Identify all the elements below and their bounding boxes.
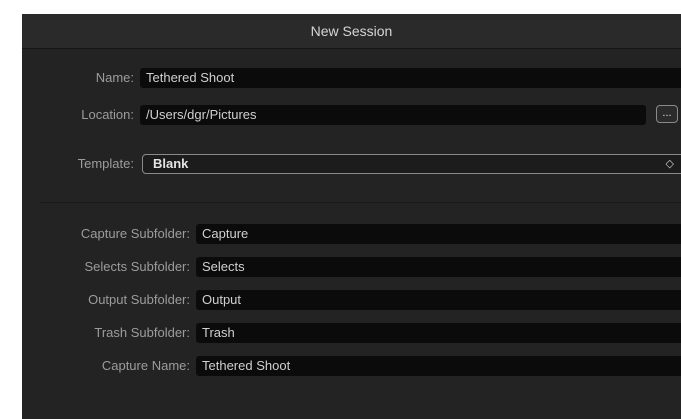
dialog-title: New Session xyxy=(310,23,393,39)
capture-name-field[interactable]: Tethered Shoot xyxy=(196,356,681,376)
selects-subfolder-label: Selects Subfolder: xyxy=(84,259,190,274)
selects-subfolder-field[interactable]: Selects xyxy=(196,257,681,277)
template-select[interactable]: Blank ◇ xyxy=(142,154,681,174)
capture-name-label: Capture Name: xyxy=(101,358,190,373)
trash-subfolder-label: Trash Subfolder: xyxy=(94,325,190,340)
name-field[interactable]: Tethered Shoot xyxy=(140,68,681,88)
template-selected-value: Blank xyxy=(153,156,189,171)
section-divider xyxy=(40,202,681,203)
browse-button[interactable]: ... xyxy=(656,105,678,123)
capture-subfolder-label: Capture Subfolder: xyxy=(80,226,190,241)
title-bar: New Session xyxy=(22,14,681,49)
location-label: Location: xyxy=(81,107,134,122)
capture-subfolder-field[interactable]: Capture xyxy=(196,224,681,244)
template-label: Template: xyxy=(77,156,134,171)
name-label: Name: xyxy=(95,70,134,85)
output-subfolder-label: Output Subfolder: xyxy=(88,292,190,307)
location-field[interactable]: /Users/dgr/Pictures xyxy=(140,105,646,125)
new-session-dialog: New Session Name: Tethered Shoot Locatio… xyxy=(22,14,681,419)
select-arrows-icon: ◇ xyxy=(665,158,674,170)
trash-subfolder-field[interactable]: Trash xyxy=(196,323,681,343)
output-subfolder-field[interactable]: Output xyxy=(196,290,681,310)
